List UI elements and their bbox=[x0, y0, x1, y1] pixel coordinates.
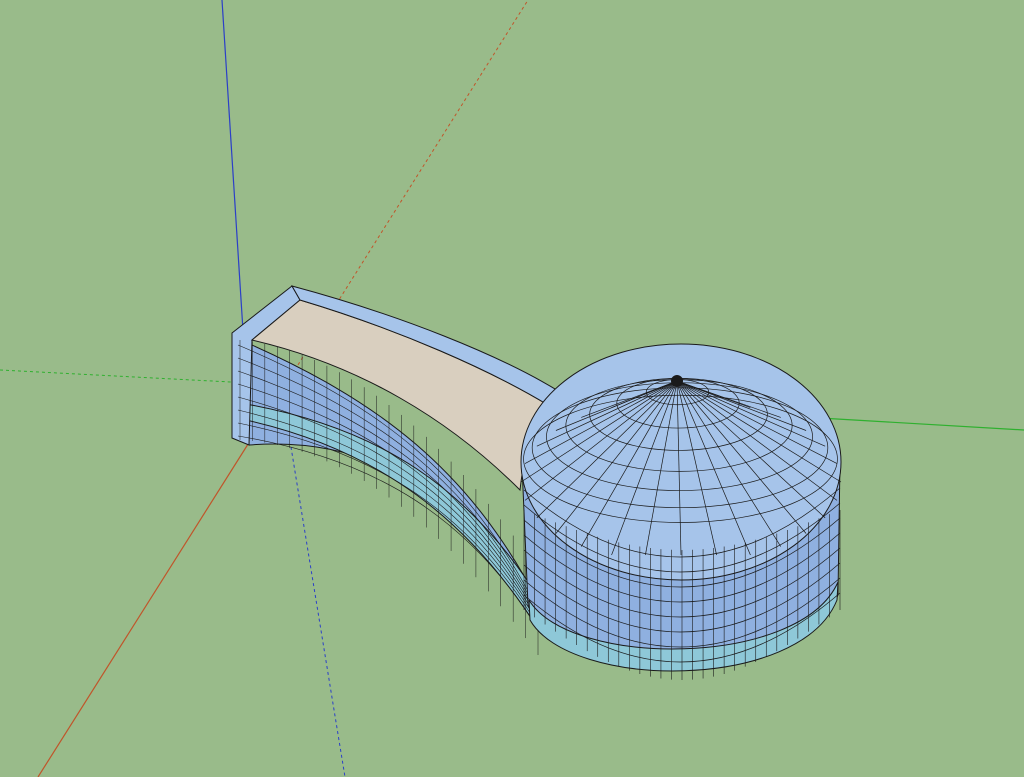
domed-tower[interactable] bbox=[520, 343, 842, 680]
modeling-viewport[interactable] bbox=[0, 0, 1024, 777]
dome-apex-point bbox=[671, 375, 683, 387]
scene-canvas[interactable] bbox=[0, 0, 1024, 777]
